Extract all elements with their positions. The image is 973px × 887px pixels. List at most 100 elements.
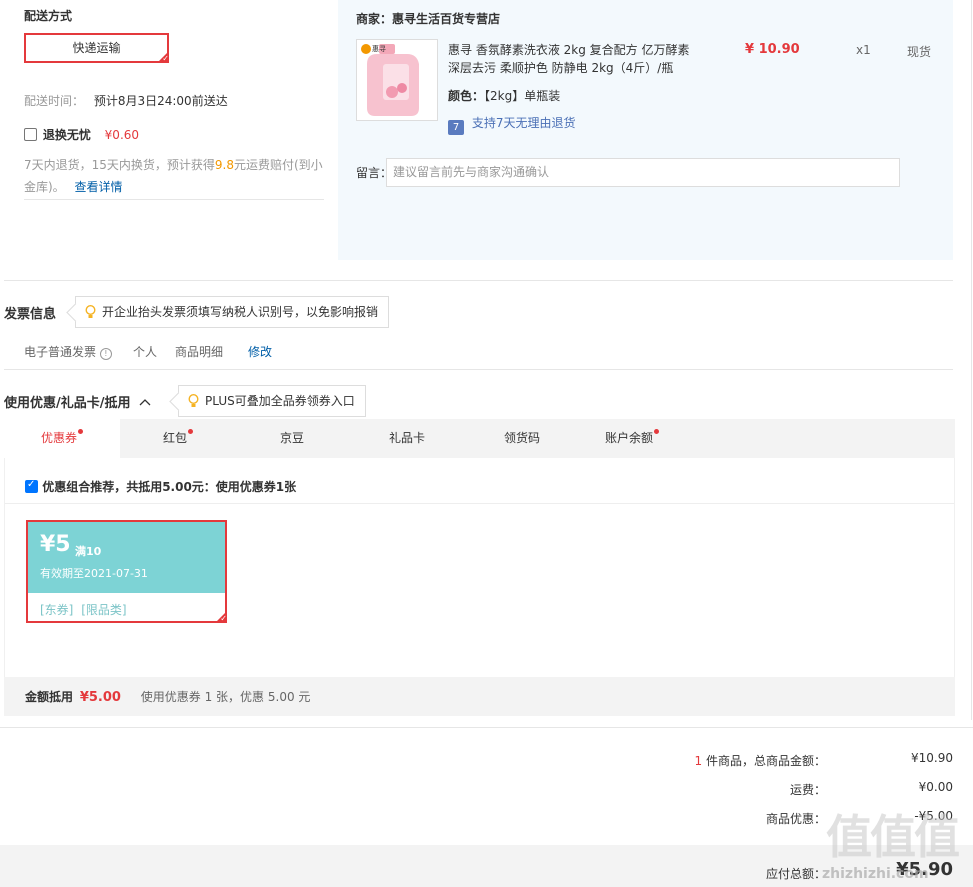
product-bottle-image (357, 40, 437, 120)
tab-red-packet[interactable]: 红包 (120, 419, 236, 458)
return-7day-icon: 7 (448, 120, 464, 135)
selected-check-icon (215, 611, 227, 624)
discount-title: 使用优惠/礼品卡/抵用 (4, 396, 131, 411)
worry-free-desc-3: 金库)。 (24, 180, 65, 194)
worry-free-desc-2: 元运费赔付(到小 (234, 158, 323, 172)
notification-dot (188, 429, 193, 434)
coupon-validity: 有效期至2021-07-31 (40, 567, 148, 580)
tab-label: 账户余额 (604, 431, 653, 445)
invoice-content: 商品明细 (175, 345, 224, 359)
tab-label: 领货码 (503, 431, 540, 445)
return-policy-text: 支持7天无理由退货 (471, 116, 576, 130)
product-quantity: x1 (856, 43, 871, 57)
tab-jd-beans[interactable]: 京豆 (236, 419, 348, 458)
freight-label: 运费： (789, 783, 826, 797)
tab-gift-card[interactable]: 礼品卡 (348, 419, 466, 458)
divider (24, 199, 324, 200)
tab-label: 京豆 (279, 431, 304, 445)
worry-free-option[interactable]: 退换无忧 ¥0.60 (24, 126, 139, 143)
plus-tip[interactable]: PLUS可叠加全品券领券入口 (178, 385, 366, 417)
goods-amount: ¥10.90 (911, 751, 953, 765)
color-label: 颜色： (448, 89, 485, 103)
tab-label: 礼品卡 (388, 431, 425, 445)
chevron-up-icon[interactable] (139, 398, 151, 406)
worry-free-price: ¥0.60 (104, 128, 140, 142)
selected-check-icon (157, 51, 169, 64)
page-border (971, 0, 972, 720)
payable-label: 应付总额： (765, 867, 826, 881)
color-value: 【2kg】单瓶装 (484, 89, 561, 103)
plus-tip-text: PLUS可叠加全品券领券入口 (205, 394, 355, 408)
invoice-title: 发票信息 (4, 307, 57, 322)
coupon-card[interactable]: ¥5 满10 有效期至2021-07-31 [东券] [限品类] (26, 520, 227, 624)
product-title[interactable]: 惠寻 香氛酵素洗衣液 2kg 复合配方 亿万酵素 深层去污 柔顺护色 防静电 2… (448, 41, 689, 77)
message-input[interactable]: 建议留言前先与商家沟通确认 (386, 158, 900, 187)
seller-name: 惠寻生活百货专营店 (392, 12, 501, 26)
worry-free-label: 退换无忧 (42, 128, 91, 142)
notification-dot (78, 429, 83, 434)
combo-text: 优惠组合推荐，共抵用5.00元：使用优惠券1张 (42, 480, 297, 494)
product-price: ¥ 10.90 (745, 42, 800, 57)
invoice-title-type: 个人 (133, 345, 158, 359)
divider (4, 369, 953, 370)
shipping-method-button[interactable]: 快递运输 (24, 33, 169, 64)
worry-free-desc-1: 7天内退货，15天内换货，预计获得 (24, 158, 215, 172)
product-title-line-2: 深层去污 柔顺护色 防静电 2kg（4斤）/瓶 (448, 61, 674, 75)
seller-info: 商家：惠寻生活百货专营店 (356, 10, 500, 27)
invoice-edit-link[interactable]: 修改 (248, 343, 272, 360)
delivery-time-label: 配送时间： (24, 94, 85, 108)
goods-count: 1 件商品，总商品金额： (600, 752, 826, 769)
invoice-type: 电子普通发票 ! (24, 343, 112, 360)
tab-label: 优惠券 (40, 431, 77, 445)
lightbulb-icon (188, 394, 199, 407)
order-page: 配送方式 快递运输 配送时间： 预计8月3日24:00前送达 退换无忧 ¥0.6… (0, 0, 973, 887)
coupon-threshold: 满10 (75, 545, 102, 558)
watermark-logo: 值值值 (826, 810, 960, 864)
tab-account-balance[interactable]: 账户余额 (578, 419, 686, 458)
freight-amount: ¥0.00 (918, 780, 953, 794)
product-title-line-1: 惠寻 香氛酵素洗衣液 2kg 复合配方 亿万酵素 (448, 43, 690, 57)
divider (0, 727, 973, 728)
coupon-tags: [东券] [限品类] (40, 601, 127, 618)
delivery-time: 配送时间： 预计8月3日24:00前送达 (24, 92, 228, 109)
discount-summary-text: 金额抵用 ¥5.00 使用优惠券 1 张，优惠 5.00 元 (25, 688, 310, 705)
summary-detail: 使用优惠券 1 张，优惠 5.00 元 (140, 690, 311, 704)
combo-recommend[interactable]: 优惠组合推荐，共抵用5.00元：使用优惠券1张 (25, 478, 296, 495)
info-icon[interactable]: ! (99, 348, 112, 360)
combo-checkbox[interactable] (25, 479, 38, 493)
details-link[interactable]: 查看详情 (75, 180, 123, 194)
seller-label: 商家： (356, 12, 393, 26)
summary-amount: ¥5.00 (79, 690, 121, 705)
coupon-tag: [限品类] (81, 603, 127, 617)
tab-coupons[interactable]: 优惠券 (4, 419, 120, 458)
invoice-tip-text: 开企业抬头发票须填写纳税人识别号，以免影响报销 (102, 305, 379, 319)
worry-free-description: 7天内退货，15天内换货，预计获得9.8元运费赔付(到小 金库)。 查看详情 (24, 154, 324, 198)
invoice-tip: 开企业抬头发票须填写纳税人识别号，以免影响报销 (75, 296, 390, 328)
message-placeholder: 建议留言前先与商家沟通确认 (393, 165, 550, 179)
coupon-tag: [东券] (40, 603, 74, 617)
delivery-time-value: 预计8月3日24:00前送达 (93, 94, 228, 108)
invoice-type-label: 电子普通发票 (24, 345, 97, 359)
discount-header[interactable]: 使用优惠/礼品卡/抵用 (4, 392, 151, 411)
divider (4, 280, 953, 281)
promo-label: 商品优惠： (765, 812, 826, 826)
coupon-amount: ¥5 (40, 532, 71, 557)
thumb-brand: 惠寻 (372, 45, 386, 53)
product-color: 颜色：【2kg】单瓶装 (448, 87, 560, 104)
goods-count-label: 件商品，总商品金额： (702, 754, 826, 768)
return-policy[interactable]: 7 支持7天无理由退货 (448, 114, 575, 135)
coupon-face: ¥5 满10 有效期至2021-07-31 (28, 522, 225, 593)
lightbulb-icon (85, 305, 96, 318)
divider (5, 503, 954, 504)
tab-label: 红包 (162, 431, 187, 445)
product-thumbnail[interactable]: 惠寻 (356, 39, 438, 121)
worry-free-amount: 9.8 (214, 158, 234, 172)
stock-status: 现货 (907, 45, 932, 59)
shipping-title: 配送方式 (24, 9, 73, 23)
notification-dot (654, 429, 659, 434)
worry-free-checkbox[interactable] (24, 128, 37, 141)
shipping-method-label: 快递运输 (72, 41, 121, 55)
summary-label: 金额抵用 (25, 690, 74, 704)
tab-redeem-code[interactable]: 领货码 (466, 419, 578, 458)
watermark-text: zhizhizhi.com (822, 866, 929, 882)
